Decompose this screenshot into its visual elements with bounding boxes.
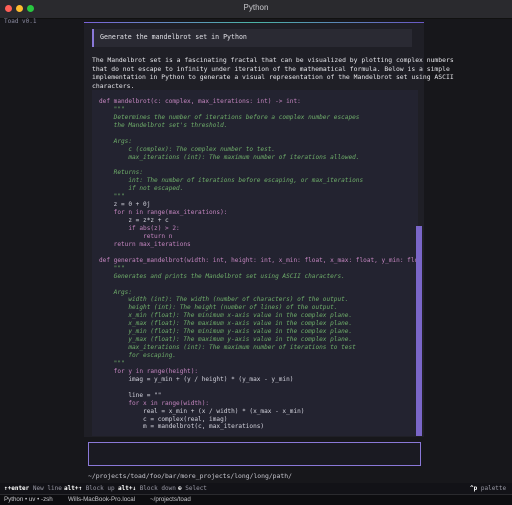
user-prompt[interactable]: Generate the mandelbrot set in Python [92,29,412,47]
code-line: """ [99,359,125,367]
footer-newline[interactable]: ↑+enter New line [4,485,62,492]
code-line: the Mandelbrot set's threshold. [99,121,228,129]
code-line: line = "" [99,391,162,399]
code-line: max_iterations (int): The maximum number… [99,153,360,161]
code-line: """ [99,105,125,113]
code-line: if not escaped. [99,185,184,193]
code-line: def generate_mandelbrot(width: int, heig… [99,256,418,264]
code-line: for escaping. [99,352,177,359]
window-titlebar: Python [0,0,512,19]
code-line: Generates and prints the Mandelbrot set … [99,272,345,280]
code-line: def mandelbrot(c: complex, max_iteration… [99,98,301,105]
keybinding-footer: ↑+enter New line alt+↑ Block up alt+↓ Bl… [0,483,512,494]
code-line: z = 0 + 0j [99,201,151,209]
code-line: imag = y_min + (y / height) * (y_max - y… [99,375,294,383]
scrollbar-thumb[interactable] [416,226,422,436]
code-line: z = z*z + c [99,217,169,225]
code-line: Args: [99,137,133,145]
footer-palette[interactable]: ^p palette [470,485,506,492]
footer-block-down[interactable]: alt+↓ Block down [118,485,176,492]
terminal-status-bar: Python • uv • -zsh Wills-MacBook-Pro.loc… [0,494,512,505]
code-line: for n in range(max_iterations): [99,209,228,217]
cwd-path: ~/projects/toad/foo/bar/more_projects/lo… [88,472,292,480]
code-line: Determines the number of iterations befo… [99,113,360,121]
code-line: max_iterations (int): The maximum number… [99,344,356,352]
code-line: return max_iterations [99,240,191,248]
window-title: Python [243,3,269,12]
code-line: c (complex): The complex number to test. [99,145,276,153]
app-label: Toad v0.1 [4,18,37,25]
conversation-panel: Generate the mandelbrot set in Python Th… [84,22,454,437]
code-line: x_max (float): The maximum x-axis value … [99,320,353,328]
code-line: """ [99,264,125,272]
terminal-host: Wills-MacBook-Pro.local [68,496,136,503]
code-line: y_min (float): The minimum y-axis value … [99,328,353,336]
user-prompt-text: Generate the mandelbrot set in Python [100,33,247,41]
response-intro: The Mandelbrot set is a fascinating frac… [92,56,454,90]
code-line: real = x_min + (x / width) * (x_max - x_… [99,407,305,415]
footer-select[interactable]: ⊕ Select [178,485,207,492]
code-line: """ [99,193,125,201]
code-line: m = mandelbrot(c, max_iterations) [99,423,265,431]
terminal-tab-python[interactable]: Python • uv • -zsh [4,496,53,503]
code-line: return n [99,232,173,240]
terminal-cwd: ~/projects/toad [150,496,191,503]
code-line: for x in range(width): [99,399,210,407]
prompt-input[interactable] [88,442,421,466]
footer-block-up[interactable]: alt+↑ Block up [64,485,115,492]
code-line: if abs(z) > 2: [99,225,180,232]
code-line: for y in range(height): [99,367,199,375]
code-block[interactable]: def mandelbrot(c: complex, max_iteration… [92,90,418,436]
code-line: y_max (float): The maximum y-axis value … [99,336,353,344]
code-content: def mandelbrot(c: complex, max_iteration… [99,98,418,436]
code-line: c = complex(real, imag) [99,415,228,423]
